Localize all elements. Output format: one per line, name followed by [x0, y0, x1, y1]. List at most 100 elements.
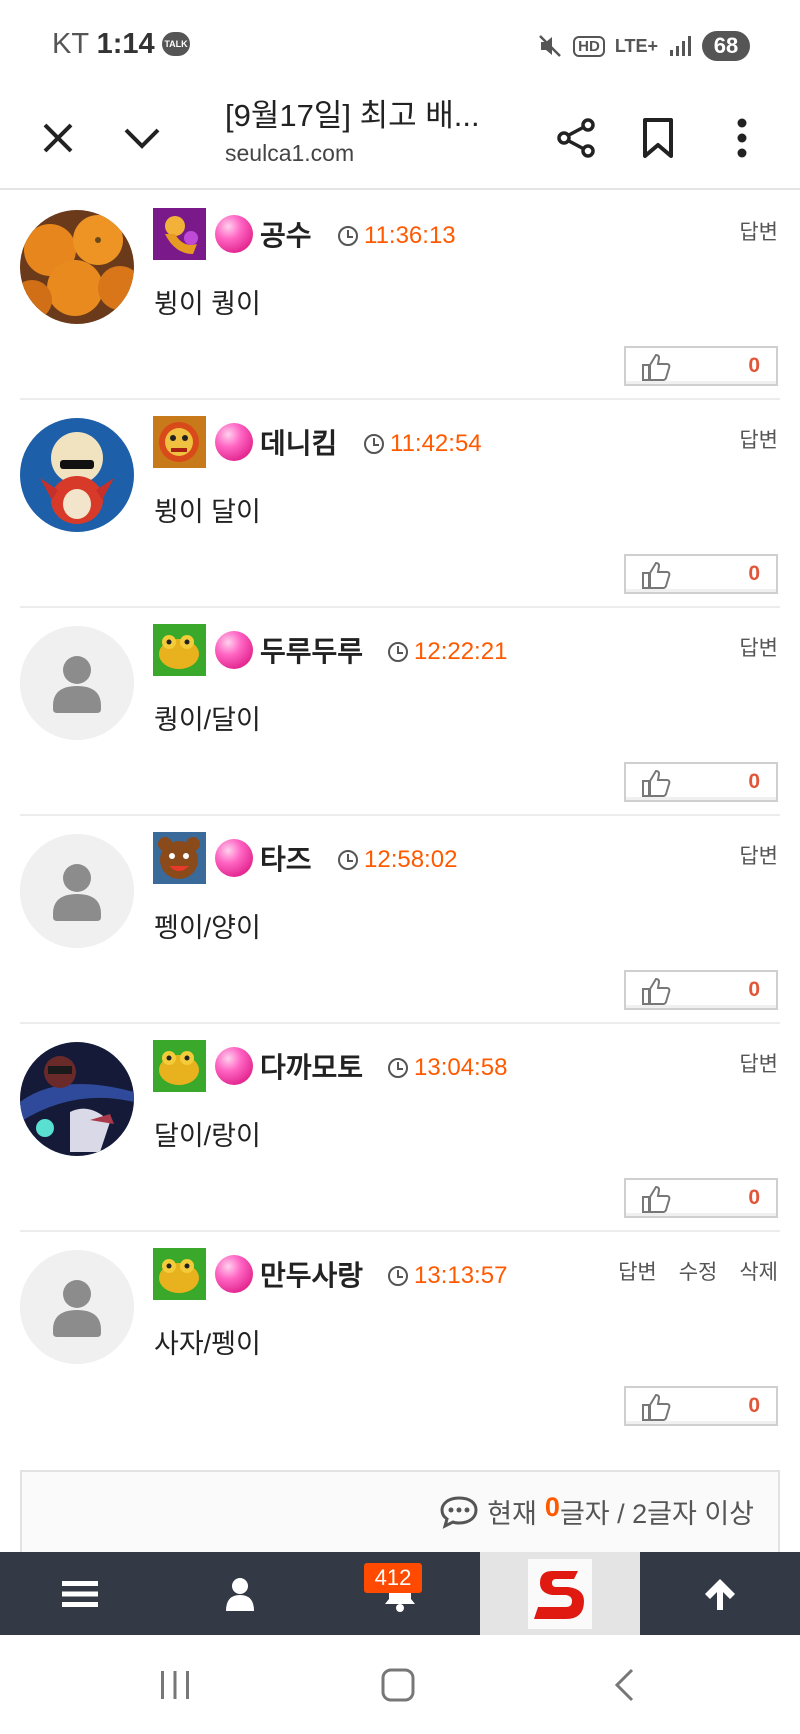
- comment-time: 11:36:13: [338, 222, 456, 250]
- comment-input-area[interactable]: 현재 0 글자 / 2글자 이상: [20, 1470, 780, 1560]
- like-count: 0: [748, 770, 760, 793]
- default-user-icon: [20, 1250, 134, 1364]
- delete-button[interactable]: 삭제: [739, 1256, 778, 1286]
- reply-button[interactable]: 답변: [739, 840, 778, 870]
- rank-orb-icon: [215, 1047, 253, 1085]
- carrier-name: KT: [52, 28, 89, 60]
- level-icon: [153, 832, 206, 884]
- avatar[interactable]: [20, 1042, 134, 1156]
- comment-time-text: 11:42:54: [390, 430, 482, 457]
- reply-button[interactable]: 답변: [618, 1256, 657, 1286]
- comment-text: 뷩이 퀑이: [154, 289, 261, 319]
- reply-button[interactable]: 답변: [739, 216, 778, 246]
- mute-icon: [539, 35, 562, 57]
- page-title: [9월17일] 최고 배...: [225, 98, 480, 133]
- system-navigation-bar: [0, 1635, 800, 1734]
- like-button[interactable]: 0: [624, 762, 778, 802]
- bookmark-button[interactable]: [628, 108, 688, 168]
- back-button[interactable]: [594, 1663, 654, 1707]
- like-count: 0: [748, 354, 760, 377]
- like-button[interactable]: 0: [624, 346, 778, 386]
- rank-orb-icon: [215, 423, 253, 461]
- comment-item: 두루두루 12:22:21 답변 퀑이/달이 0: [0, 608, 800, 816]
- page-domain: seulca1.com: [225, 140, 355, 166]
- share-icon: [557, 118, 595, 158]
- browser-header: [9월17일] 최고 배... seulca1.com: [0, 90, 800, 190]
- comment-author[interactable]: 두루두루: [260, 630, 363, 670]
- comment-author[interactable]: 다까모토: [260, 1046, 363, 1086]
- like-button[interactable]: 0: [624, 970, 778, 1010]
- thumbs-up-icon: [642, 1185, 671, 1213]
- comment-time: 13:13:57: [388, 1262, 507, 1290]
- char-counter: 현재 0 글자 / 2글자 이상: [439, 1492, 754, 1531]
- status-time: 1:14: [96, 28, 155, 60]
- comment-text: 뷩이 달이: [154, 497, 261, 527]
- reply-button[interactable]: 답변: [739, 1048, 778, 1078]
- scroll-top-button[interactable]: [640, 1552, 800, 1635]
- share-button[interactable]: [546, 108, 606, 168]
- reply-button[interactable]: 답변: [739, 632, 778, 662]
- comment-author[interactable]: 공수: [260, 214, 312, 254]
- thumbs-up-icon: [642, 1393, 671, 1421]
- arrow-up-icon: [705, 1578, 735, 1610]
- speech-bubble-icon: [440, 1495, 478, 1529]
- network-type: LTE+: [614, 35, 658, 56]
- like-count: 0: [748, 562, 760, 585]
- anime-avatar-image: [20, 1042, 134, 1156]
- home-button[interactable]: [368, 1663, 428, 1707]
- like-button[interactable]: 0: [624, 554, 778, 594]
- comment-time-text: 13:13:57: [414, 1262, 508, 1289]
- avatar[interactable]: [20, 626, 134, 740]
- char-counter-prefix: 현재: [487, 1499, 537, 1529]
- rank-orb-icon: [215, 631, 253, 669]
- edit-button[interactable]: 수정: [679, 1256, 718, 1286]
- menu-button[interactable]: [0, 1552, 160, 1635]
- close-icon: [43, 123, 73, 153]
- char-count: 0: [544, 1492, 560, 1522]
- recent-apps-button[interactable]: [145, 1663, 205, 1707]
- comment-time: 11:42:54: [364, 430, 482, 458]
- avatar[interactable]: [20, 210, 134, 324]
- avatar[interactable]: [20, 834, 134, 948]
- comment-author[interactable]: 타즈: [260, 838, 312, 878]
- comment-time-text: 12:58:02: [364, 846, 458, 873]
- signal-icon: [670, 36, 691, 56]
- comment-actions: 답변: [739, 424, 778, 454]
- like-count: 0: [748, 1394, 760, 1417]
- level-icon: [153, 624, 206, 676]
- clock-icon: [388, 1266, 408, 1286]
- profile-button[interactable]: [160, 1552, 320, 1635]
- status-bar: KT 1:14 TALK HD LTE+ 68: [0, 0, 800, 90]
- chevron-down-icon: [124, 128, 160, 149]
- avatar[interactable]: [20, 1250, 134, 1364]
- battery-level: 68: [702, 31, 750, 61]
- comment-actions: 답변: [739, 1048, 778, 1078]
- comment-author[interactable]: 만두사랑: [260, 1254, 363, 1294]
- site-logo-button[interactable]: [480, 1552, 640, 1635]
- comment-actions: 답변: [739, 216, 778, 246]
- avatar[interactable]: [20, 418, 134, 532]
- comment-item: 공수 11:36:13 답변 뷩이 퀑이 0: [0, 192, 800, 400]
- level-icon: [153, 1040, 206, 1092]
- comment-item: 다까모토 13:04:58 답변 달이/랑이 0: [0, 1024, 800, 1232]
- like-count: 0: [748, 1186, 760, 1209]
- back-icon: [614, 1668, 634, 1702]
- rank-orb-icon: [215, 215, 253, 253]
- bookmark-icon: [643, 118, 673, 158]
- clock-icon: [364, 434, 384, 454]
- like-button[interactable]: 0: [624, 1178, 778, 1218]
- close-button[interactable]: [28, 108, 88, 168]
- like-button[interactable]: 0: [624, 1386, 778, 1426]
- more-button[interactable]: [712, 108, 772, 168]
- reply-button[interactable]: 답변: [739, 424, 778, 454]
- status-icons: HD LTE+ 68: [537, 30, 750, 62]
- comment-author[interactable]: 데니킴: [260, 422, 337, 462]
- more-vert-icon: [737, 118, 747, 158]
- comment-text: 사자/펭이: [154, 1329, 261, 1359]
- rank-orb-icon: [215, 839, 253, 877]
- collapse-button[interactable]: [112, 108, 172, 168]
- level-icon: [153, 1248, 206, 1300]
- comment-text: 달이/랑이: [154, 1121, 261, 1151]
- home-icon: [381, 1668, 415, 1702]
- hd-icon: HD: [573, 35, 605, 57]
